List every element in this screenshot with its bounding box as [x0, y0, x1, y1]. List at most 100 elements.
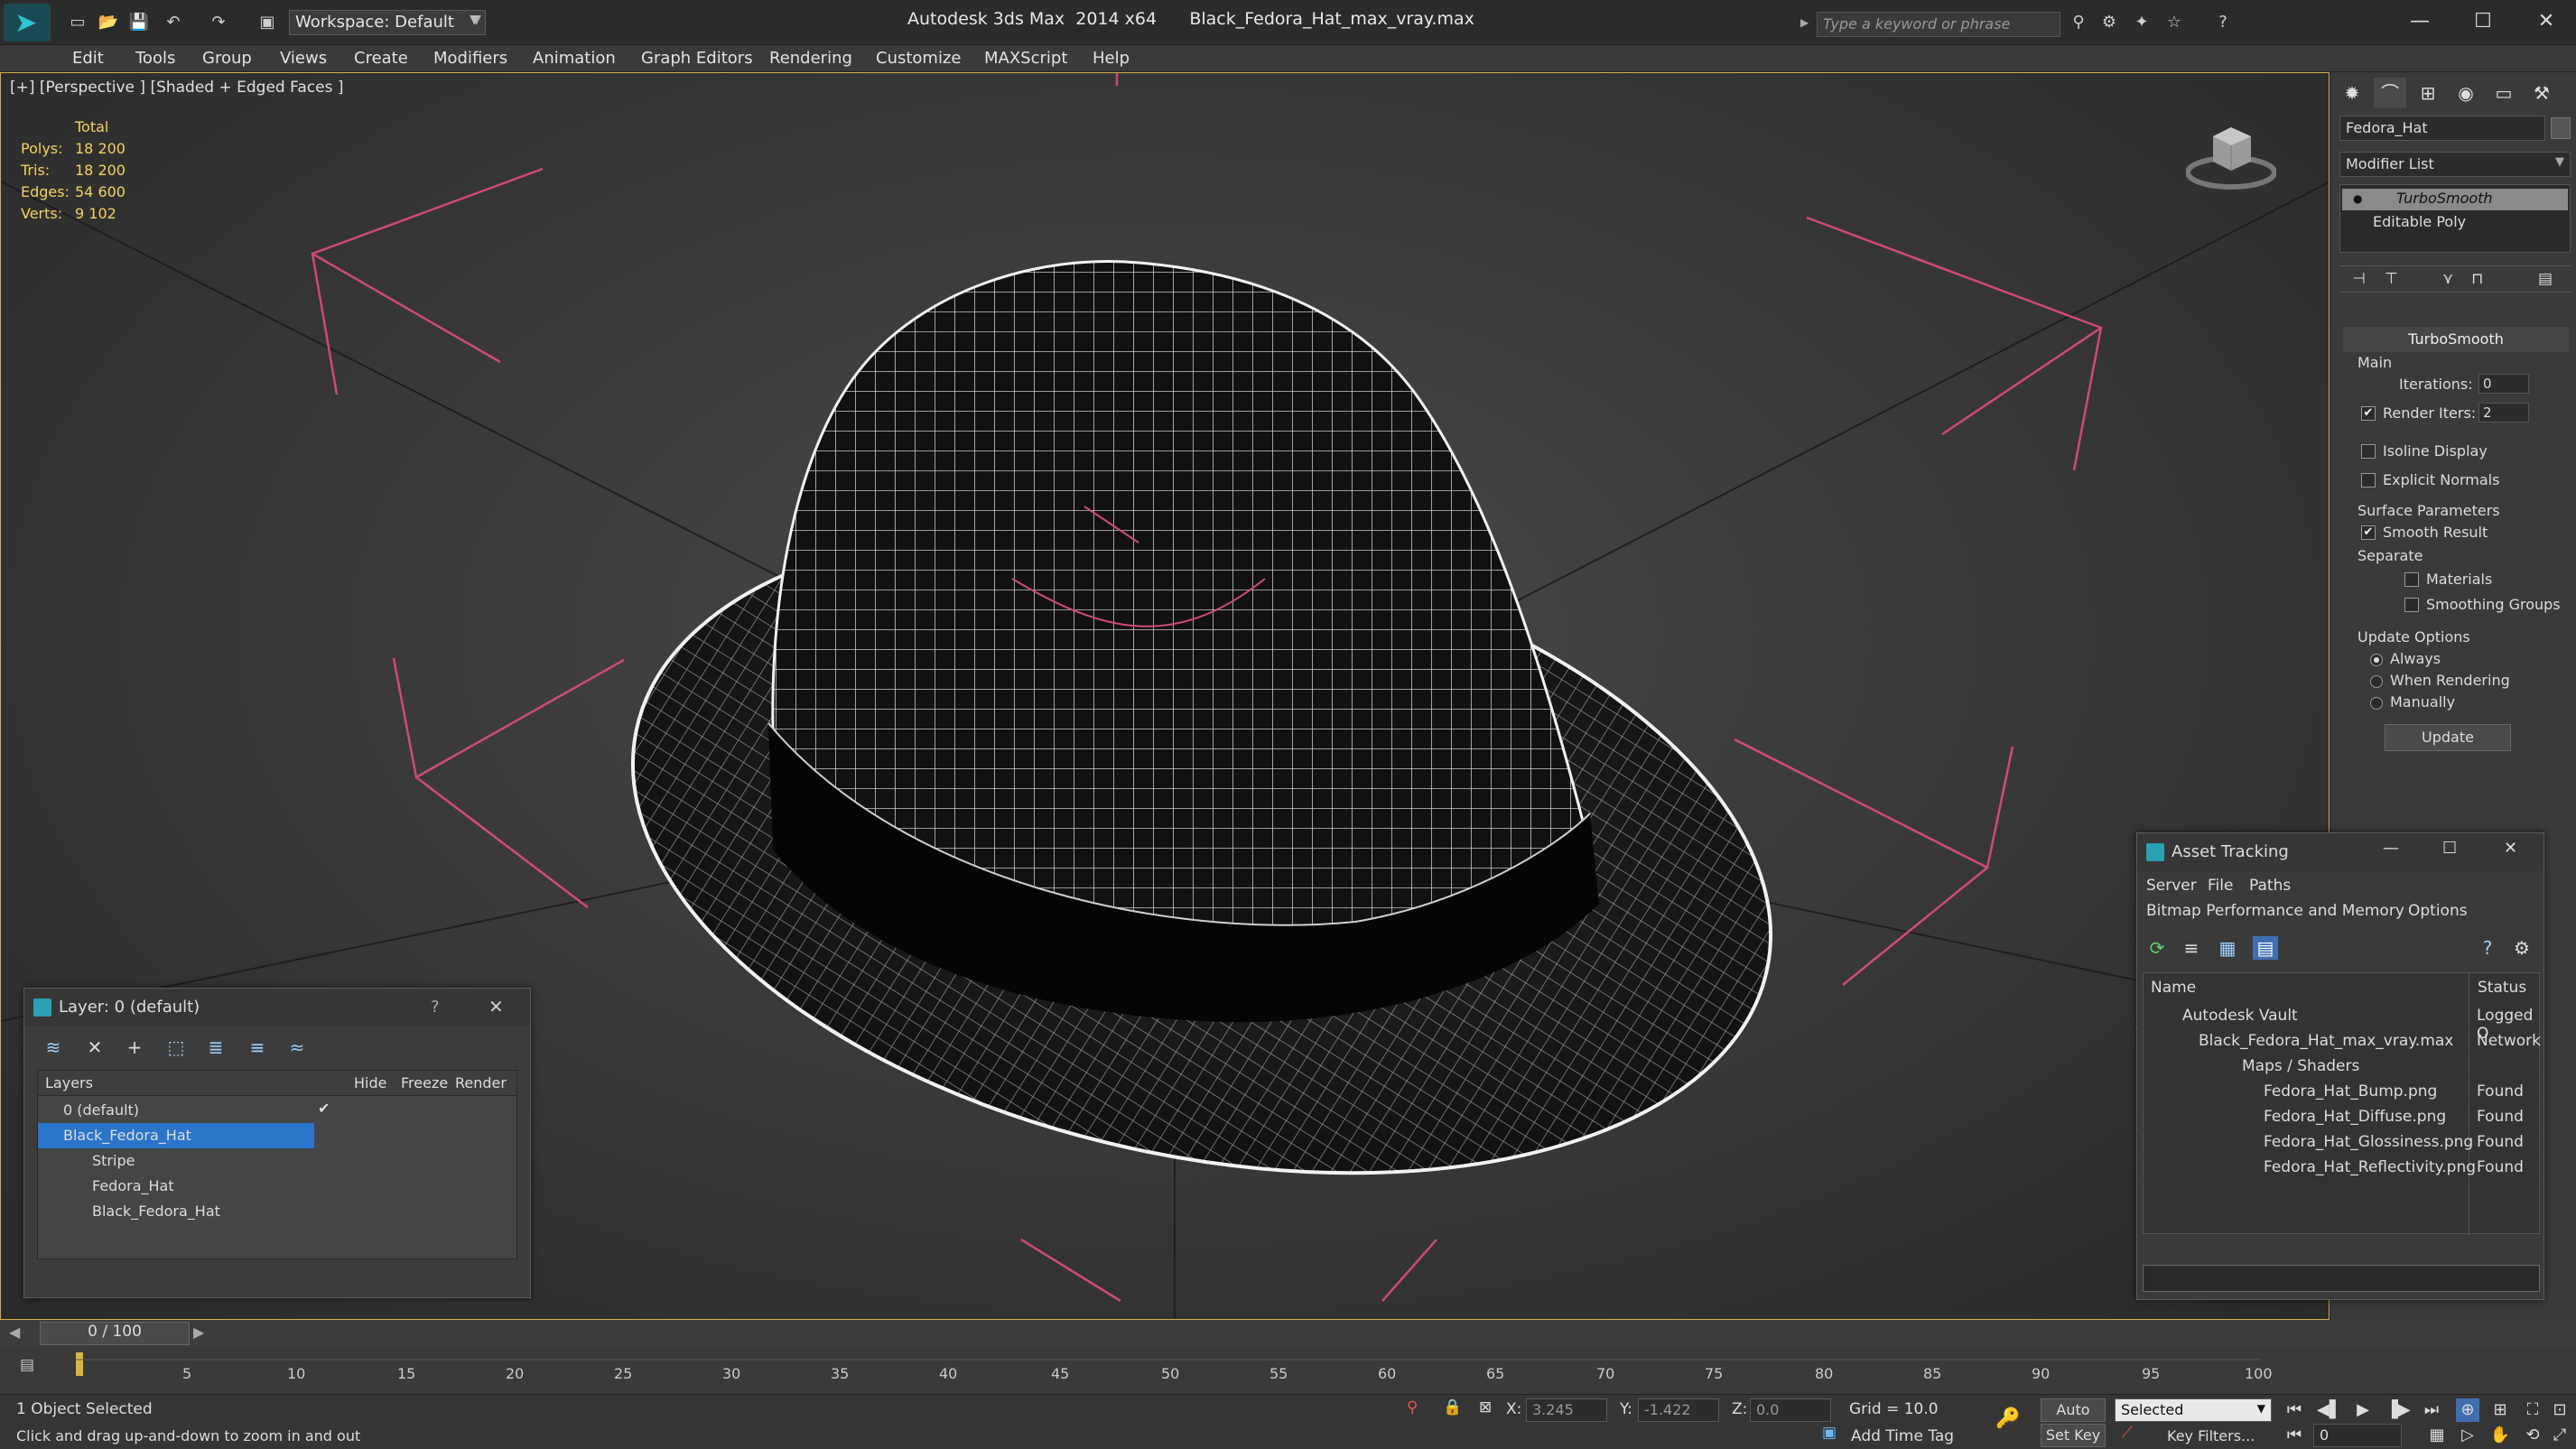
menu-customize[interactable]: Customize — [876, 49, 961, 68]
zoom-extents-icon[interactable]: ⛶ — [2521, 1398, 2544, 1422]
col-status[interactable]: Status — [2478, 979, 2526, 997]
undo-icon[interactable]: ↶ — [163, 13, 184, 33]
prev-frame-icon[interactable]: ◀ — [9, 1324, 20, 1341]
orbit-icon[interactable]: ⟲ — [2521, 1424, 2544, 1447]
save-icon[interactable]: 💾 — [128, 13, 150, 33]
maximize-viewport-icon[interactable]: ⤢ — [2548, 1424, 2571, 1447]
refresh-icon[interactable]: ⟳ — [2144, 936, 2170, 960]
maximize-icon[interactable]: ☐ — [2456, 5, 2510, 38]
zoom-extents-all-icon[interactable]: ⊡ — [2548, 1398, 2571, 1422]
layer-row[interactable]: Fedora_Hat — [38, 1174, 516, 1199]
auto-key-button[interactable]: Auto Key — [2041, 1398, 2106, 1440]
favorites-star-icon[interactable]: ☆ — [2163, 13, 2185, 33]
project-folder-icon[interactable]: ▣ — [256, 13, 278, 33]
menu-maxscript[interactable]: MAXScript — [984, 49, 1067, 68]
time-slider[interactable]: 0 / 100 — [40, 1322, 190, 1345]
col-name[interactable]: Name — [2151, 979, 2196, 997]
previous-frame-icon[interactable]: ◀▌ — [2317, 1398, 2342, 1422]
utilities-tab-icon[interactable]: ⚒ — [2525, 78, 2558, 108]
asset-row[interactable]: Black_Fedora_Hat_max_vray.max Network — [2143, 1028, 2541, 1054]
set-current-layer-icon[interactable]: ≡ — [245, 1036, 270, 1059]
menu-edit[interactable]: Edit — [72, 49, 104, 68]
zoom-icon[interactable]: ⊕ — [2456, 1398, 2479, 1422]
viewcube-icon[interactable] — [2186, 109, 2276, 200]
communication-center-icon[interactable]: ✦ — [2131, 13, 2153, 33]
pin-stack-icon[interactable]: ⊣ — [2352, 270, 2366, 288]
render-iters-checkbox[interactable]: ✔ — [2361, 406, 2376, 421]
menu-paths[interactable]: Paths — [2249, 877, 2291, 895]
workspace-dropdown[interactable]: Workspace: Default ▼ — [289, 10, 486, 35]
menu-views[interactable]: Views — [280, 49, 327, 68]
layer-row[interactable]: 0 (default) ✔ — [38, 1098, 516, 1123]
new-file-icon[interactable]: ▭ — [67, 13, 88, 33]
menu-help[interactable]: Help — [1093, 49, 1130, 68]
asset-row[interactable]: Fedora_Hat_Bump.png Found — [2143, 1079, 2540, 1104]
lock-selection-icon[interactable]: 🔒 — [1443, 1398, 1462, 1416]
remove-modifier-icon[interactable]: ⊓ — [2471, 270, 2483, 288]
materials-checkbox[interactable] — [2404, 572, 2419, 587]
menu-file[interactable]: File — [2208, 877, 2233, 895]
time-tag-icon[interactable]: ▣ — [1822, 1424, 1837, 1442]
table-view-icon[interactable]: ▤ — [2253, 936, 2278, 960]
y-coord-field[interactable]: -1.422 — [1638, 1398, 1719, 1422]
show-end-result-icon[interactable]: ⊤ — [2385, 270, 2398, 288]
display-tab-icon[interactable]: ▭ — [2488, 78, 2520, 108]
delete-layer-icon[interactable]: ✕ — [82, 1036, 107, 1059]
create-tab-icon[interactable]: ✹ — [2336, 78, 2368, 108]
asset-row[interactable]: Fedora_Hat_Glossiness.png Found — [2143, 1129, 2540, 1155]
menu-bitmap-performance[interactable]: Bitmap Performance and Memory — [2146, 902, 2404, 920]
col-freeze[interactable]: Freeze — [401, 1074, 448, 1091]
col-layers[interactable]: Layers — [45, 1074, 93, 1091]
asset-row[interactable]: Autodesk Vault Logged O — [2143, 1003, 2540, 1043]
trackbar[interactable]: ▤ 5 10 15 20 25 30 35 40 45 50 55 60 65 … — [0, 1347, 2576, 1394]
search-input[interactable]: Type a keyword or phrase — [1817, 12, 2060, 37]
set-key-button[interactable]: Set Key — [2041, 1424, 2106, 1447]
absolute-mode-icon[interactable]: ⊠ — [1479, 1398, 1492, 1416]
motion-tab-icon[interactable]: ◉ — [2450, 78, 2482, 108]
select-layer-icon[interactable]: ≣ — [203, 1036, 228, 1059]
close-icon[interactable]: ✕ — [2504, 839, 2517, 858]
asset-dialog-titlebar[interactable]: Asset Tracking — ☐ ✕ — [2137, 833, 2543, 871]
col-hide[interactable]: Hide — [354, 1074, 386, 1091]
minimize-icon[interactable]: — — [2393, 5, 2447, 38]
stack-item-editable-poly[interactable]: Editable Poly — [2342, 212, 2568, 234]
thumbnail-view-icon[interactable]: ▦ — [2215, 936, 2240, 960]
smoothing-groups-checkbox[interactable] — [2404, 598, 2419, 612]
hide-all-layers-icon[interactable]: ≈ — [284, 1036, 310, 1059]
field-of-view-icon[interactable]: ▷ — [2456, 1424, 2479, 1447]
pan-view-icon[interactable]: ✋ — [2488, 1424, 2512, 1447]
maximize-icon[interactable]: ☐ — [2442, 839, 2457, 858]
make-unique-icon[interactable]: ⋎ — [2442, 270, 2453, 288]
z-coord-field[interactable]: 0.0 — [1750, 1398, 1831, 1422]
manually-radio[interactable] — [2370, 697, 2383, 710]
minimize-icon[interactable]: — — [2383, 839, 2399, 858]
render-iters-spinner[interactable]: 2 — [2478, 403, 2529, 423]
isolate-icon[interactable]: ⚲ — [1407, 1398, 1418, 1416]
settings-icon[interactable]: ⚙ — [2509, 936, 2534, 960]
binoculars-icon[interactable]: ⚲ — [2068, 13, 2089, 33]
select-objects-icon[interactable]: ⬚ — [163, 1036, 189, 1059]
play-icon[interactable]: ▶ — [2351, 1398, 2375, 1422]
layer-row[interactable]: Black_Fedora_Hat — [38, 1199, 516, 1224]
explicit-normals-checkbox[interactable] — [2361, 473, 2376, 488]
stack-item-turbosmooth[interactable]: TurboSmooth — [2342, 189, 2568, 210]
smooth-result-checkbox[interactable]: ✔ — [2361, 525, 2376, 540]
add-time-tag[interactable]: Add Time Tag — [1851, 1427, 1954, 1445]
object-name-input[interactable]: Fedora_Hat — [2339, 116, 2545, 141]
viewport-label-menu[interactable]: [+] [Perspective ] [Shaded + Edged Faces… — [10, 79, 343, 97]
modify-tab-icon[interactable]: ⌒ — [2374, 78, 2406, 108]
subscription-icon[interactable]: ⚙ — [2098, 13, 2120, 33]
x-coord-field[interactable]: 3.245 — [1526, 1398, 1607, 1422]
zoom-all-icon[interactable]: ⊞ — [2488, 1398, 2512, 1422]
go-to-end-icon[interactable]: ⏭ — [2420, 1398, 2443, 1422]
asset-path-field[interactable] — [2143, 1265, 2540, 1292]
when-rendering-radio[interactable] — [2370, 675, 2383, 688]
iterations-spinner[interactable]: 0 — [2478, 374, 2529, 394]
menu-server[interactable]: Server — [2146, 877, 2197, 895]
key-mode-icon[interactable]: ⟋ — [2122, 1424, 2133, 1442]
object-color-swatch[interactable] — [2551, 117, 2571, 139]
menu-tools[interactable]: Tools — [135, 49, 175, 68]
menu-modifiers[interactable]: Modifiers — [433, 49, 507, 68]
go-to-start-icon[interactable]: ⏮ — [2283, 1398, 2306, 1422]
hierarchy-tab-icon[interactable]: ⊞ — [2412, 78, 2444, 108]
